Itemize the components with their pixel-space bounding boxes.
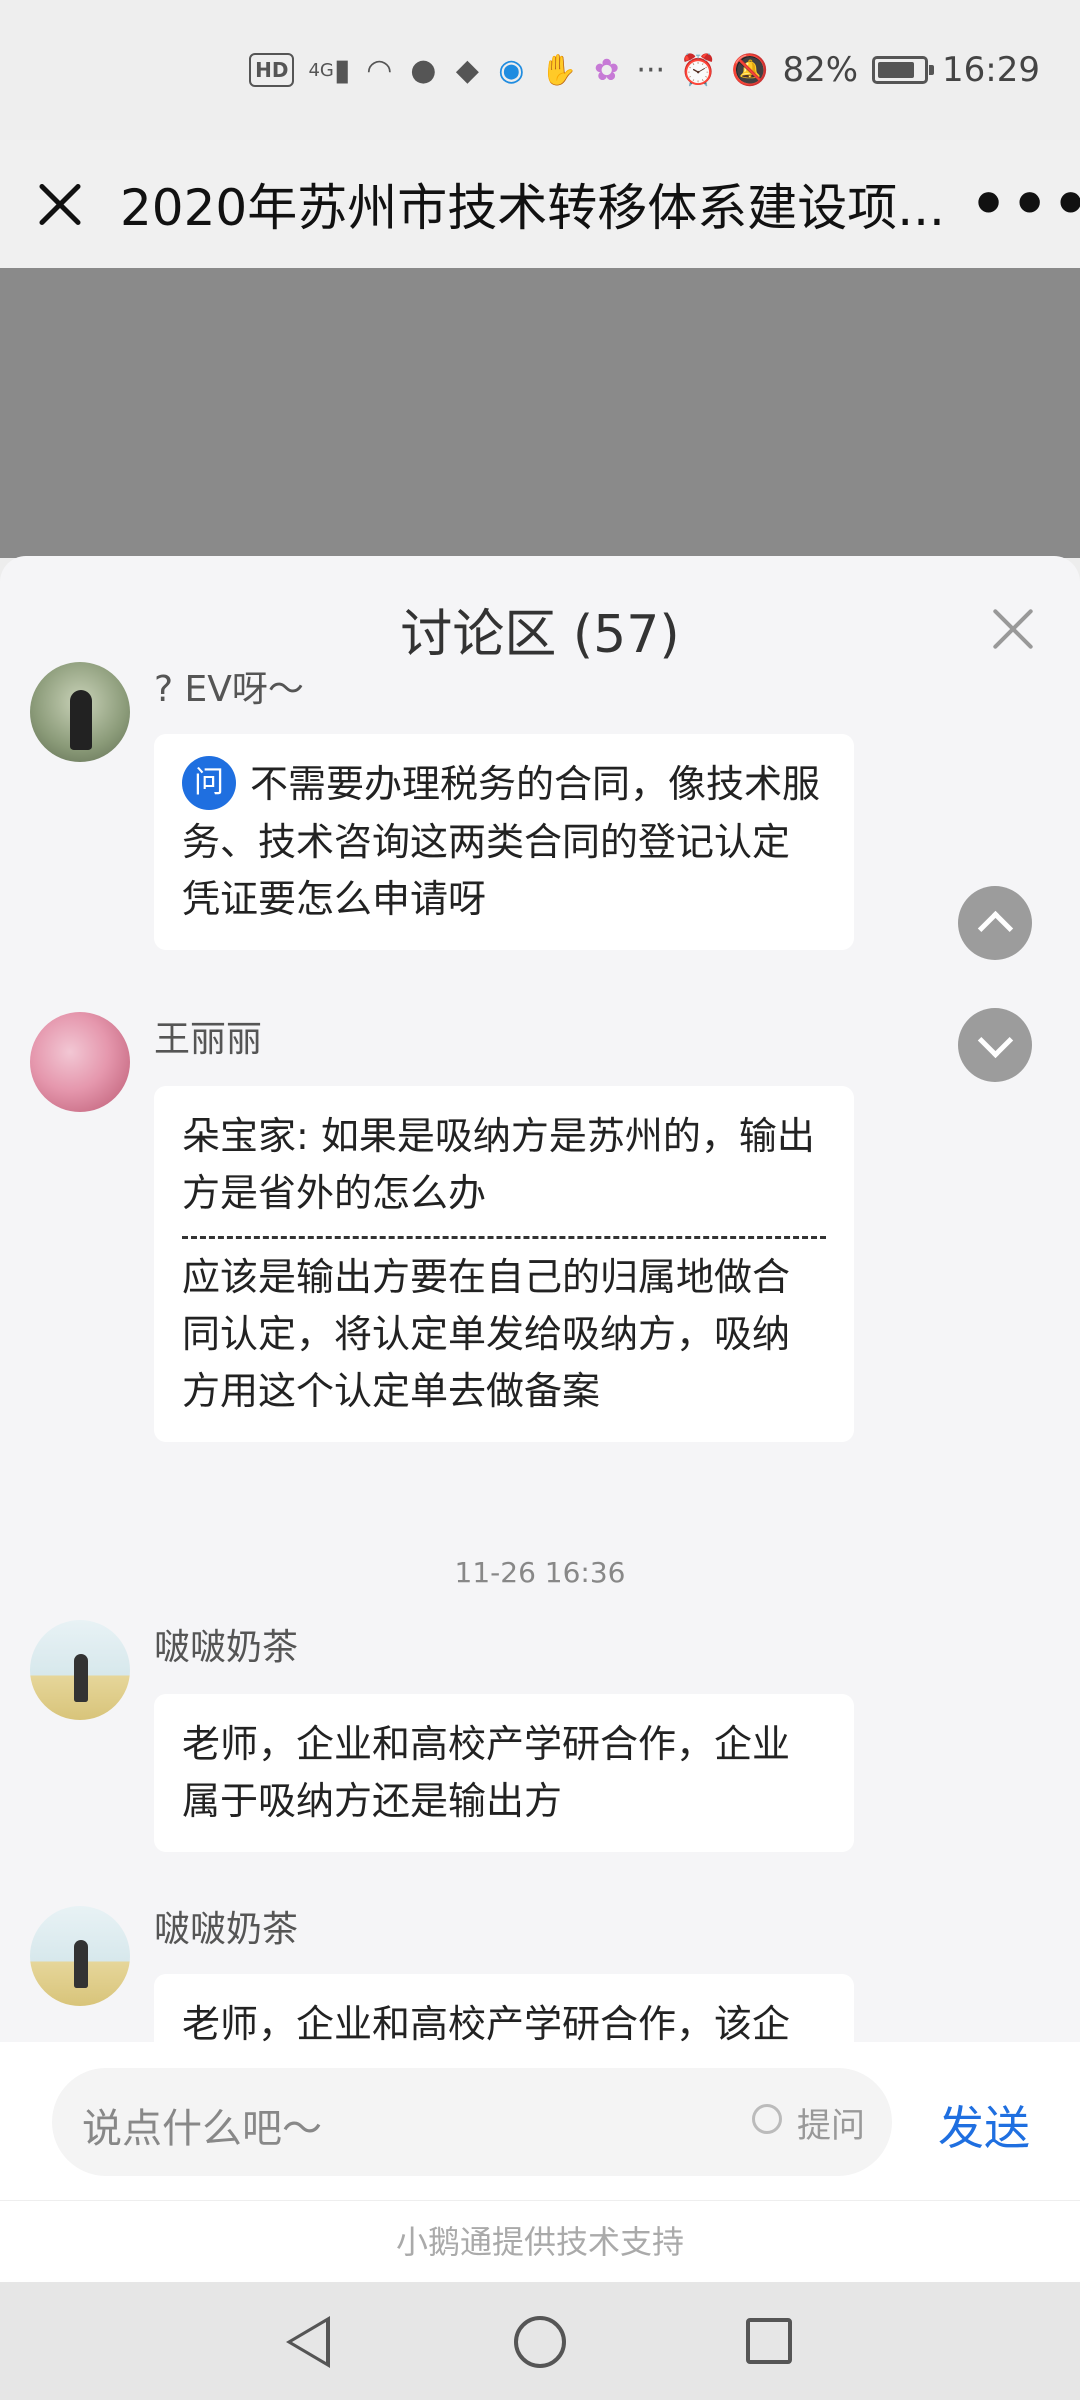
chevron-down-icon [977,1022,1013,1058]
back-icon[interactable] [286,2316,330,2368]
chevron-up-icon [977,910,1013,946]
title-bar: 2020年苏州市技术转移体系建设项... ••• [0,140,1080,268]
home-icon[interactable] [514,2316,566,2368]
username: 啵啵奶茶 [154,1909,299,1950]
username: ? EV呀～ [154,669,304,710]
send-button[interactable]: 发送 [938,2092,1030,2158]
message-text: 不需要办理税务的合同，像技术服务、技术咨询这两类合同的登记认定凭证要怎么申请呀 [182,762,821,921]
reply-text: 应该是输出方要在自己的归属地做合同认定，将认定单发给吸纳方，吸纳方用这个认定单去… [182,1255,791,1413]
username: 啵啵奶茶 [154,1627,299,1668]
page-title: 2020年苏州市技术转移体系建设项... [120,179,945,237]
question-badge: 问 [182,755,236,810]
battery-level [878,62,915,78]
more-notifications-icon: ··· [636,52,666,88]
discussion-sheet: 讨论区 (57) ? EV呀～ 问不需要办理税务的合同，像技术服务、技术咨询这两… [0,556,1080,2284]
scroll-up-button[interactable] [958,886,1032,960]
scroll-down-button[interactable] [958,1008,1032,1082]
message-text: 老师，企业和高校产学研合作，企业属于吸纳方还是输出方 [182,1722,791,1823]
hand-icon: ✋ [540,52,578,88]
quoted-text: 朵宝家: 如果是吸纳方是苏州的，输出方是省外的怎么办 [182,1114,815,1215]
mute-icon: 🔕 [731,52,769,88]
ask-question-radio[interactable] [752,2104,782,2134]
message-bubble: 问不需要办理税务的合同，像技术服务、技术咨询这两类合同的登记认定凭证要怎么申请呀 [154,734,854,950]
app-icon: ✿ [594,52,620,88]
comment-input[interactable]: 说点什么吧～ 提问 [52,2068,892,2176]
shield-icon: ◆ [455,52,479,88]
avatar [30,662,130,762]
battery-icon [872,56,935,84]
hd-icon: HD [249,53,295,87]
powered-by: 小鹅通提供技术支持 [0,2200,1080,2283]
battery-percent: 82% [782,50,859,90]
signal-icon: 4G ▮ [308,52,351,88]
quote-divider [182,1236,826,1239]
message-text: 老师，企业和高校产学研合作，该企 [182,2002,791,2046]
close-icon[interactable] [30,172,94,236]
ask-question-label[interactable]: 提问 [797,2098,865,2147]
clock: 16:29 [942,50,1040,90]
sheet-close-icon[interactable] [990,606,1036,652]
avatar [30,1906,130,2006]
discussion-title: 讨论区 (57) [400,605,680,665]
username: 王丽丽 [154,1019,263,1060]
more-menu-icon[interactable]: ••• [970,170,1080,238]
time-separator: 11-26 16:36 [454,1556,626,1589]
avatar [30,1012,130,1112]
status-bar: HD 4G ▮ ◠ ● ◆ ◉ ✋ ✿ ··· ⏰ 🔕 82% 16:29 [0,0,1080,140]
browser-icon: ◉ [498,52,525,88]
input-placeholder: 说点什么吧～ [82,2106,322,2152]
recent-apps-icon[interactable] [746,2318,792,2364]
wifi-icon: ◠ [366,52,393,88]
message-bubble: 朵宝家: 如果是吸纳方是苏州的，输出方是省外的怎么办 应该是输出方要在自己的归属… [154,1086,854,1442]
comment-input-area: 说点什么吧～ 提问 发送 [0,2042,1080,2200]
message-bubble: 老师，企业和高校产学研合作，企业属于吸纳方还是输出方 [154,1694,854,1852]
qq-icon: ● [410,52,437,88]
system-nav-bar [0,2282,1080,2400]
dimmed-overlay[interactable] [0,268,1080,558]
alarm-icon: ⏰ [679,52,718,88]
avatar [30,1620,130,1720]
